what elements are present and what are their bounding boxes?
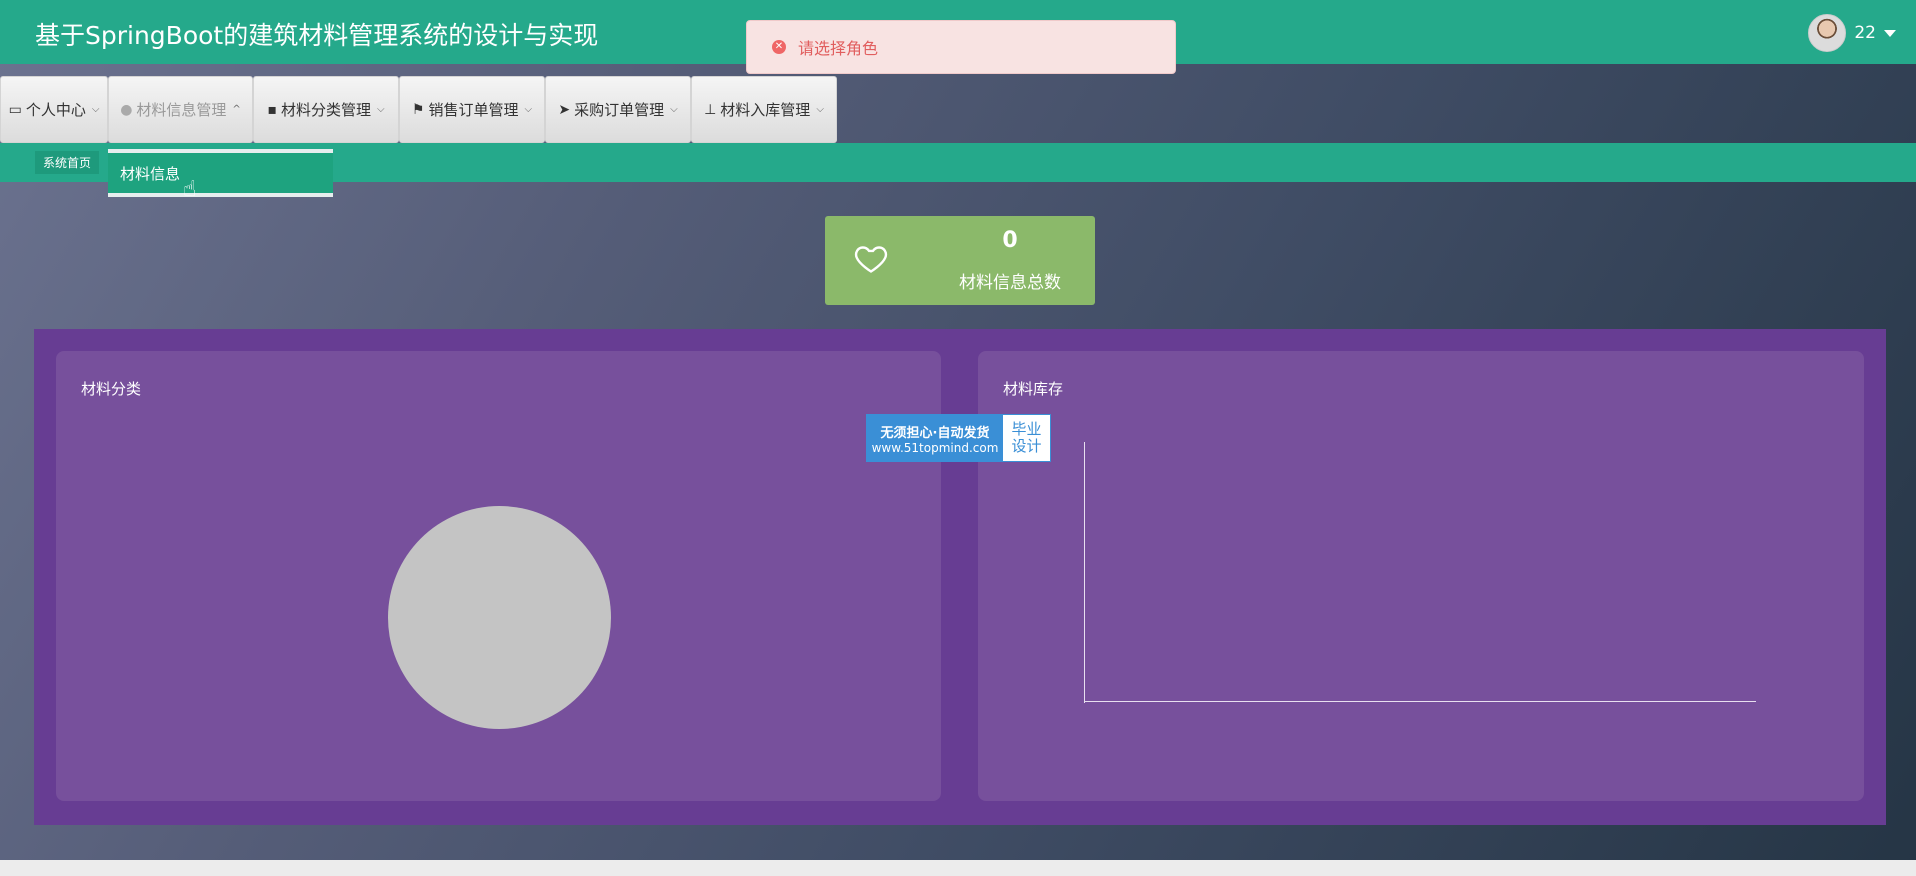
badge-right: 毕业 设计 [1003,415,1050,461]
nav-label: 个人中心 [25,101,86,119]
chevron-up-icon: ^ [232,104,241,115]
calendar-icon: ▭ [8,101,22,118]
nav-purchase-order[interactable]: ➤ 采购订单管理 ⌵ [545,76,691,143]
chevron-down-icon: ⌵ [816,104,824,115]
stat-card-material-total: 0 材料信息总数 [825,216,1095,305]
badge-left: 无须担心·自动发货 www.51topmind.com [867,415,1003,461]
nav-label: 采购订单管理 [574,101,665,119]
x-axis [1084,701,1756,702]
stat-label: 材料信息总数 [959,273,1061,293]
hand-cursor-icon: ☝ [183,177,197,202]
badge-slogan: 无须担心·自动发货 [880,425,990,441]
nav-label: 材料信息管理 [136,101,227,119]
avatar[interactable] [1808,14,1847,52]
breadcrumb-home[interactable]: 系统首页 [35,151,100,174]
charts-section: 材料分类 材料库存 [34,329,1886,825]
toast-message: 请选择角色 [798,39,879,58]
flag-icon: ⚑ [411,101,425,118]
nav-material-stock-in[interactable]: ⊥ 材料入库管理 ⌵ [691,76,837,143]
badge-word2: 设计 [1011,437,1042,455]
user-menu[interactable]: 22 [1808,14,1896,52]
nav-label: 材料分类管理 [280,101,371,119]
category-chart-panel: 材料分类 [56,351,941,801]
y-axis [1084,442,1085,703]
nav-sales-order[interactable]: ⚑ 销售订单管理 ⌵ [399,76,545,143]
panel-title: 材料库存 [1003,380,1064,398]
chevron-down-icon: ⌵ [524,104,533,115]
caret-down-icon[interactable] [1884,29,1896,37]
username[interactable]: 22 [1854,23,1876,43]
error-toast: ✕ 请选择角色 [746,20,1176,74]
watermark-badge: 无须担心·自动发货 www.51topmind.com 毕业 设计 [866,414,1051,462]
dropdown-item-material-info[interactable]: 材料信息 [108,153,333,194]
nav-label: 销售订单管理 [428,101,519,119]
location-pin-icon: ● [120,101,133,118]
send-icon: ➤ [558,101,571,118]
panel-title: 材料分类 [81,380,142,398]
stock-chart-panel: 材料库存 [978,351,1864,801]
chevron-down-icon: ⌵ [376,104,385,115]
nav-label: 材料入库管理 [720,101,811,119]
chat-icon: ▪ [267,101,277,118]
nav-material-info[interactable]: ● 材料信息管理 ^ [108,76,253,143]
pie-chart [388,506,611,729]
stamp-icon: ⊥ [704,101,717,118]
heart-icon [854,246,888,273]
chevron-down-icon: ⌵ [670,104,678,115]
nav-personal-center[interactable]: ▭ 个人中心 ⌵ [0,76,108,143]
app-title: 基于SpringBoot的建筑材料管理系统的设计与实现 [35,21,599,50]
badge-word1: 毕业 [1011,420,1042,438]
main-nav: ▭ 个人中心 ⌵ ● 材料信息管理 ^ ▪ 材料分类管理 ⌵ ⚑ 销售订单管理 … [0,76,837,143]
nav-material-category[interactable]: ▪ 材料分类管理 ⌵ [253,76,399,143]
material-info-dropdown: 材料信息 [108,149,333,197]
bottom-strip [0,860,1916,876]
error-icon: ✕ [772,40,786,54]
badge-url: www.51topmind.com [871,440,999,455]
chevron-down-icon: ⌵ [91,104,100,115]
stat-value: 0 [1002,228,1018,253]
